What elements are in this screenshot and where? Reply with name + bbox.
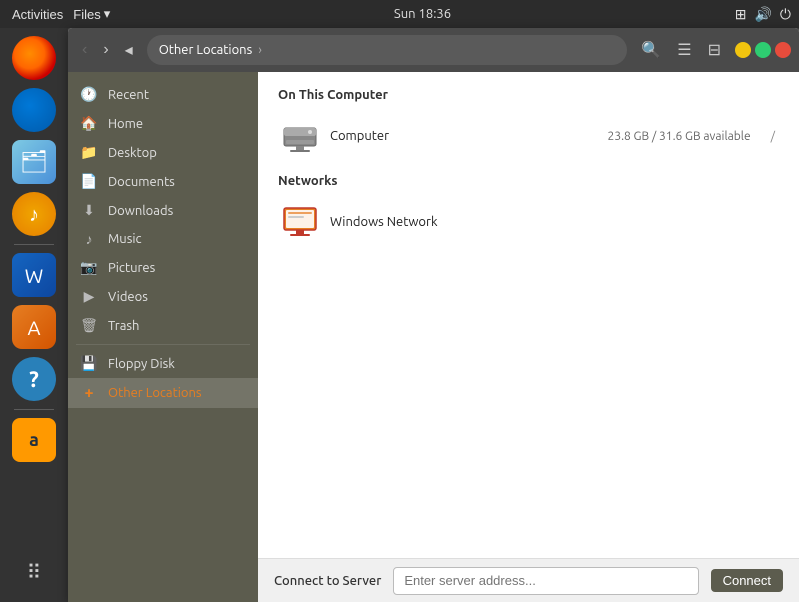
windows-network-entry[interactable]: Windows Network <box>278 196 779 248</box>
computer-drive-icon <box>282 118 318 154</box>
window-controls <box>735 42 791 58</box>
sidebar-item-label-recent: Recent <box>108 88 149 102</box>
dock-item-rhythmbox[interactable]: ♪ <box>10 190 58 238</box>
sidebar-item-downloads[interactable]: ⬇ Downloads <box>68 196 258 225</box>
minimize-button[interactable] <box>735 42 751 58</box>
sidebar-item-label-trash: Trash <box>108 319 139 333</box>
sidebar-item-desktop[interactable]: 📁 Desktop <box>68 138 258 167</box>
topbar: Activities Files ▾ Sun 18:36 ⊞ 🔊 ⏻ <box>0 0 799 28</box>
sidebar-item-pictures[interactable]: 📷 Pictures <box>68 253 258 282</box>
recent-icon: 🕐 <box>80 86 98 103</box>
up-button[interactable]: ◂ <box>119 36 139 64</box>
sidebar-item-label-floppy: Floppy Disk <box>108 357 175 371</box>
sidebar-item-label-home: Home <box>108 117 143 131</box>
computer-mount-point: / <box>771 130 775 143</box>
sidebar: 🕐 Recent 🏠 Home 📁 Desktop 📄 Documents ⬇ … <box>68 72 258 602</box>
sidebar-item-other-locations[interactable]: + Other Locations <box>68 378 258 408</box>
content-area: 🕐 Recent 🏠 Home 📁 Desktop 📄 Documents ⬇ … <box>68 72 799 602</box>
appstore-icon: A <box>12 305 56 349</box>
music-icon: ♪ <box>80 231 98 247</box>
rhythmbox-icon: ♪ <box>12 192 56 236</box>
sidebar-item-label-music: Music <box>108 232 142 246</box>
search-button[interactable]: 🔍 <box>635 36 667 64</box>
view-list-button[interactable]: ☰ <box>671 36 697 64</box>
dock-item-amazon[interactable]: a <box>10 416 58 464</box>
location-bar[interactable]: Other Locations › <box>147 35 628 65</box>
videos-icon: ▶ <box>80 288 98 305</box>
help-icon: ? <box>12 357 56 401</box>
dock-divider <box>14 244 54 245</box>
sidebar-item-videos[interactable]: ▶ Videos <box>68 282 258 311</box>
trash-icon: 🗑 <box>80 317 98 334</box>
window-toolbar: ‹ › ◂ Other Locations › 🔍 ☰ ⊟ <box>68 28 799 72</box>
sidebar-item-label-videos: Videos <box>108 290 148 304</box>
activities-button[interactable]: Activities <box>8 7 67 22</box>
section-network-title: Networks <box>278 174 779 188</box>
connect-to-server-label: Connect to Server <box>274 574 381 588</box>
dock-item-thunderbird[interactable] <box>10 86 58 134</box>
libreoffice-icon: W <box>12 253 56 297</box>
dock: 🗂 ♪ W A ? a ⠿ <box>0 28 68 602</box>
dock-item-firefox[interactable] <box>10 34 58 82</box>
files-label: Files <box>73 7 100 22</box>
downloads-icon: ⬇ <box>80 202 98 219</box>
dock-divider-2 <box>14 409 54 410</box>
bottom-bar: Connect to Server Connect <box>258 558 799 602</box>
files-icon: 🗂 <box>12 140 56 184</box>
sidebar-item-label-other: Other Locations <box>108 386 202 400</box>
main-content: On This Computer Computer 23.8 G <box>258 72 799 558</box>
files-menu-button[interactable]: Files ▾ <box>73 6 110 22</box>
computer-disk-info: 23.8 GB / 31.6 GB available <box>608 130 751 143</box>
sidebar-item-label-documents: Documents <box>108 175 175 189</box>
sidebar-item-music[interactable]: ♪ Music <box>68 225 258 253</box>
pictures-icon: 📷 <box>80 259 98 276</box>
sidebar-item-floppy[interactable]: 💾 Floppy Disk <box>68 349 258 378</box>
back-button[interactable]: ‹ <box>76 37 93 63</box>
forward-button[interactable]: › <box>97 37 114 63</box>
sidebar-item-label-downloads: Downloads <box>108 204 173 218</box>
dock-item-help[interactable]: ? <box>10 355 58 403</box>
location-arrow-icon: › <box>258 43 262 57</box>
location-text: Other Locations <box>159 43 253 57</box>
volume-tray-icon[interactable]: 🔊 <box>754 6 771 23</box>
floppy-icon: 💾 <box>80 355 98 372</box>
amazon-icon: a <box>12 418 56 462</box>
sidebar-item-recent[interactable]: 🕐 Recent <box>68 80 258 109</box>
power-tray-icon[interactable]: ⏻ <box>780 6 791 23</box>
connect-button[interactable]: Connect <box>711 569 783 592</box>
close-button[interactable] <box>775 42 791 58</box>
main-panel: On This Computer Computer 23.8 G <box>258 72 799 602</box>
clock: Sun 18:36 <box>394 7 451 21</box>
computer-entry[interactable]: Computer 23.8 GB / 31.6 GB available / <box>278 110 779 162</box>
sidebar-divider <box>76 344 250 345</box>
network-tray-icon[interactable]: ⊞ <box>735 6 747 23</box>
dock-item-appstore[interactable]: A <box>10 303 58 351</box>
section-computer-title: On This Computer <box>278 88 779 102</box>
sidebar-item-home[interactable]: 🏠 Home <box>68 109 258 138</box>
sidebar-item-label-desktop: Desktop <box>108 146 157 160</box>
windows-network-icon <box>282 204 318 240</box>
home-icon: 🏠 <box>80 115 98 132</box>
server-address-input[interactable] <box>393 567 698 595</box>
windows-network-name: Windows Network <box>330 215 775 229</box>
sidebar-item-trash[interactable]: 🗑 Trash <box>68 311 258 340</box>
grid-icon: ⠿ <box>12 550 56 594</box>
maximize-button[interactable] <box>755 42 771 58</box>
other-locations-icon: + <box>80 384 98 402</box>
sidebar-item-label-pictures: Pictures <box>108 261 155 275</box>
firefox-icon <box>12 36 56 80</box>
dock-item-libreoffice[interactable]: W <box>10 251 58 299</box>
sidebar-item-documents[interactable]: 📄 Documents <box>68 167 258 196</box>
view-menu-button[interactable]: ⊟ <box>702 36 727 64</box>
dock-item-files[interactable]: 🗂 <box>10 138 58 186</box>
computer-name: Computer <box>330 129 596 143</box>
dock-item-grid[interactable]: ⠿ <box>10 548 58 596</box>
documents-icon: 📄 <box>80 173 98 190</box>
thunderbird-icon <box>12 88 56 132</box>
files-window: ‹ › ◂ Other Locations › 🔍 ☰ ⊟ 🕐 Recent 🏠 <box>68 28 799 602</box>
desktop-icon: 📁 <box>80 144 98 161</box>
toolbar-actions: 🔍 ☰ ⊟ <box>635 36 727 64</box>
